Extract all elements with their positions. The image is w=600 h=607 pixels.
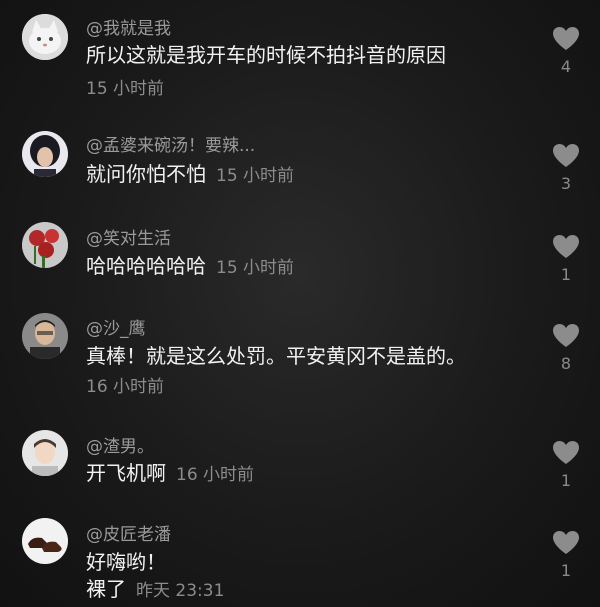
like-button[interactable]: 1 (548, 234, 584, 284)
comment-text: 哈哈哈哈哈哈 15 小时前 (86, 252, 294, 282)
avatar[interactable] (22, 222, 68, 268)
like-button[interactable]: 3 (548, 143, 584, 193)
heart-icon (553, 235, 579, 258)
comment-text: 裸了 昨天 23:31 (86, 575, 224, 605)
like-button[interactable]: 1 (548, 440, 584, 490)
comment-body: 开飞机啊 (86, 461, 166, 485)
comment-text: 真棒！就是这么处罚。平安黄冈不是盖的。 (86, 344, 466, 368)
like-button[interactable]: 8 (548, 323, 584, 373)
comment-body: 裸了 (86, 577, 126, 601)
avatar[interactable] (22, 313, 68, 359)
shoes-avatar-icon (22, 518, 68, 564)
man-avatar-icon (22, 313, 68, 359)
comment-username[interactable]: @笑对生活 (86, 224, 171, 249)
comment-username[interactable]: @沙_鹰 (86, 314, 146, 339)
like-count: 1 (560, 561, 572, 580)
comment-text: 开飞机啊 16 小时前 (86, 459, 254, 489)
like-button[interactable]: 4 (548, 26, 584, 76)
avatar[interactable] (22, 131, 68, 177)
person-avatar-icon (22, 131, 68, 177)
avatar[interactable] (22, 518, 68, 564)
comment-username[interactable]: @孟婆来碗汤！要辣... (86, 131, 255, 156)
comment-text: 所以这就是我开车的时候不拍抖音的原因 (86, 43, 446, 67)
like-count: 3 (560, 174, 572, 193)
comment-text: 好嗨哟！ (86, 550, 166, 574)
like-count: 8 (560, 354, 572, 373)
comment-username[interactable]: @渣男。 (86, 432, 154, 457)
heart-icon (553, 144, 579, 167)
cat-avatar-icon (22, 14, 68, 60)
avatar[interactable] (22, 14, 68, 60)
comment-time: 昨天 23:31 (136, 581, 225, 601)
like-count: 1 (560, 471, 572, 490)
comment-username[interactable]: @我就是我 (86, 14, 171, 39)
comment-time: 15 小时前 (216, 166, 295, 186)
roses-avatar-icon (22, 222, 68, 268)
like-button[interactable]: 1 (548, 530, 584, 580)
comment-body: 就问你怕不怕 (86, 162, 206, 186)
heart-icon (553, 531, 579, 554)
like-count: 4 (560, 57, 572, 76)
comment-username[interactable]: @皮匠老潘 (86, 520, 171, 545)
boy-avatar-icon (22, 430, 68, 476)
comment-time: 16 小时前 (176, 465, 255, 485)
like-count: 1 (560, 265, 572, 284)
comment-body: 哈哈哈哈哈哈 (86, 254, 206, 278)
comment-time: 15 小时前 (86, 79, 165, 99)
heart-icon (553, 27, 579, 50)
comment-text: 就问你怕不怕 15 小时前 (86, 160, 294, 190)
avatar[interactable] (22, 430, 68, 476)
heart-icon (553, 324, 579, 347)
comment-time: 15 小时前 (216, 258, 295, 278)
comment-time: 16 小时前 (86, 377, 165, 397)
heart-icon (553, 441, 579, 464)
